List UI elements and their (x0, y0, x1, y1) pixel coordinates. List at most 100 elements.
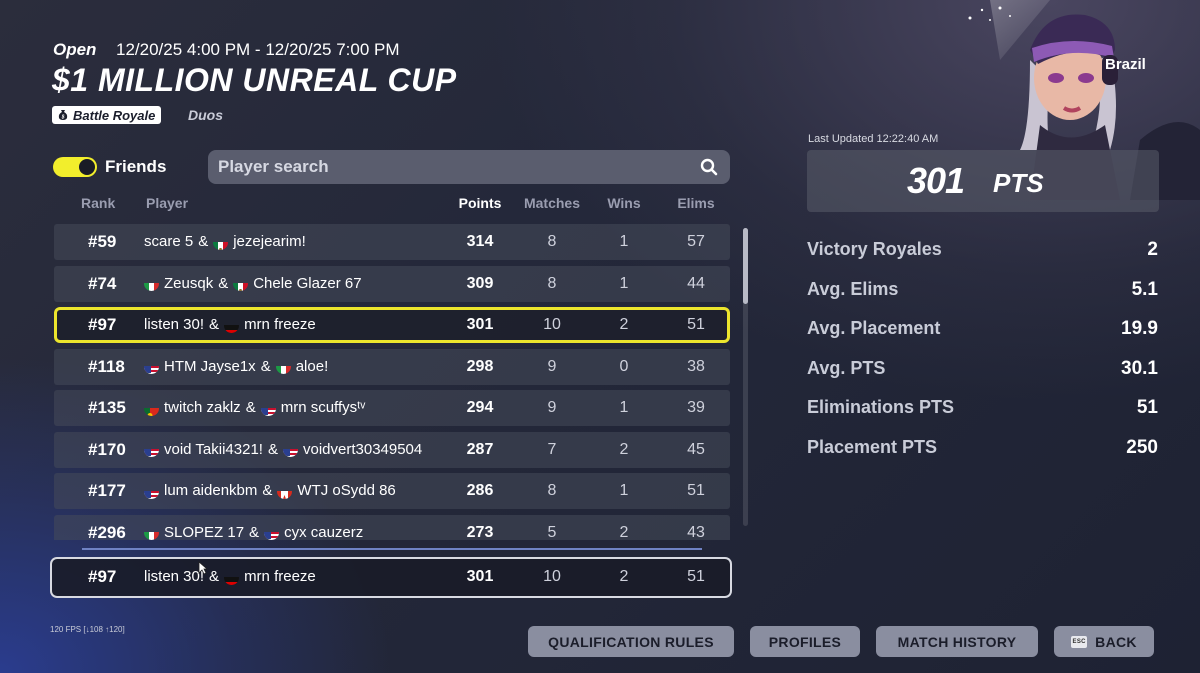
leaderboard-scrollbar[interactable] (743, 228, 748, 526)
table-row[interactable]: #59 scare 5 & jezejearim! 314 8 1 57 (54, 224, 730, 260)
ampersand: & (245, 399, 256, 416)
ampersand: & (198, 233, 209, 250)
rank-cell: #97 (88, 315, 117, 334)
match-history-button[interactable]: MATCH HISTORY (876, 626, 1038, 657)
rank-cell: #97 (88, 567, 117, 586)
list-divider (82, 548, 702, 550)
player-name[interactable]: Zeusqk (164, 266, 213, 302)
italy-flag-icon (275, 359, 291, 374)
usa-flag-icon (260, 401, 276, 416)
teammate-name[interactable]: mrn freeze (244, 559, 316, 595)
teammate-name[interactable]: Chele Glazer 67 (253, 266, 361, 302)
friends-label: Friends (105, 157, 167, 176)
elims-cell: 51 (687, 316, 705, 333)
germany-flag-icon (224, 570, 240, 585)
leaderboard-list[interactable]: #59 scare 5 & jezejearim! 314 8 1 57 #74 Zeusqk & C… (54, 224, 730, 540)
teammate-name[interactable]: mrn freeze (244, 307, 316, 343)
stat-value: 30.1 (1121, 357, 1158, 379)
total-points-value: 301 (907, 160, 965, 201)
ampersand: & (218, 274, 229, 292)
rank-cell: #118 (88, 356, 125, 376)
scroll-thumb[interactable] (743, 228, 748, 304)
esc-key-icon: ESC (1071, 635, 1088, 648)
teammate-name[interactable]: aloe! (296, 349, 329, 385)
back-button-label: BACK (1095, 633, 1137, 650)
usa-flag-icon (282, 442, 298, 457)
rank-cell: #74 (88, 273, 117, 293)
svg-text:$: $ (61, 115, 65, 121)
stat-label: Avg. Elims (807, 278, 899, 299)
player-cell: HTM Jayse1x & aloe! (144, 349, 328, 385)
elims-cell: 38 (687, 357, 705, 375)
player-name[interactable]: listen 30! (144, 559, 204, 595)
player-search-bar[interactable] (208, 150, 730, 184)
ampersand: & (267, 440, 278, 458)
rank-cell: #177 (88, 481, 126, 500)
elims-cell: 57 (687, 233, 705, 250)
player-name[interactable]: twitch zaklz (164, 390, 241, 426)
player-name[interactable]: scare 5 (144, 224, 193, 260)
ampersand: & (260, 357, 271, 375)
mexico-flag-icon (233, 276, 249, 291)
ampersand: & (249, 523, 260, 541)
teammate-name[interactable]: jezejearim! (233, 224, 306, 260)
ampersand: & (209, 568, 220, 585)
back-button[interactable]: ESC BACK (1054, 626, 1154, 657)
portugal-flag-icon (144, 401, 159, 416)
stat-label: Victory Royales (807, 239, 942, 259)
rank-cell: #170 (88, 439, 126, 459)
usa-flag-icon (144, 442, 159, 457)
stat-value: 5.1 (1131, 278, 1158, 300)
player-name[interactable]: listen 30! (144, 307, 204, 343)
player-search-input[interactable] (208, 156, 694, 178)
player-name[interactable]: HTM Jayse1x (164, 349, 256, 385)
teammate-name[interactable]: WTJ oSydd 86 (297, 473, 395, 509)
teammate-name[interactable]: voidvert30349504 (303, 432, 422, 468)
fps-counter: 120 FPS [↓108 ↑120] (50, 625, 125, 634)
player-name[interactable]: void Takii4321! (164, 432, 263, 468)
mouse-cursor (198, 561, 208, 575)
germany-flag-icon (224, 318, 240, 333)
player-cell: SLOPEZ 17 & cyx cauzerz (144, 515, 363, 541)
qualification-rules-button[interactable]: QUALIFICATION RULES (528, 626, 734, 657)
rank-cell: #296 (88, 522, 126, 541)
ampersand: & (262, 482, 273, 499)
event-status: Open (53, 40, 97, 59)
usa-flag-icon (264, 525, 280, 540)
usa-flag-icon (144, 484, 159, 499)
teammate-name[interactable]: mrn scuffysᵗᵛ (281, 390, 366, 426)
player-cell: Zeusqk & Chele Glazer 67 (144, 266, 362, 302)
search-icon[interactable] (694, 152, 724, 182)
table-row[interactable]: #296 SLOPEZ 17 & cyx cauzerz 273 5 2 43 (54, 514, 730, 541)
player-name[interactable]: SLOPEZ 17 (164, 515, 244, 541)
total-points-box: 301 PTS (807, 150, 1159, 212)
stat-label: Avg. Placement (807, 318, 941, 339)
elims-cell: 45 (687, 440, 705, 458)
player-cell: void Takii4321! & voidvert30349504 (144, 432, 422, 468)
elims-cell: 51 (687, 482, 705, 499)
player-cell: listen 30! & mrn freeze (144, 559, 316, 595)
player-cell: lum aidenkbm & WTJ oSydd 86 (144, 473, 396, 509)
total-points-unit: PTS (993, 168, 1044, 198)
stat-value: 250 (1126, 437, 1158, 458)
pinned-player-row[interactable]: #97 listen 30! & mrn freeze 301 10 2 51 (50, 557, 732, 598)
player-name[interactable]: lum aidenkbm (164, 473, 257, 509)
table-row[interactable]: #177 lum aidenkbm & WTJ oSydd 86 286 8 1 51 (54, 473, 730, 509)
italy-flag-icon (144, 276, 159, 291)
table-row[interactable]: #170 void Takii4321! & voidvert30349504 287 7… (54, 431, 730, 468)
last-updated: Last Updated 12:22:40 AM (808, 133, 939, 145)
profiles-button[interactable]: PROFILES (750, 626, 860, 657)
column-header-player: Player (146, 195, 189, 211)
country-label: Brazil (1105, 56, 1146, 73)
toggle-knob (79, 159, 95, 175)
stat-value: 19.9 (1121, 318, 1158, 340)
stat-label: Placement PTS (807, 437, 938, 457)
friends-toggle[interactable] (53, 157, 97, 177)
teammate-name[interactable]: cyx cauzerz (284, 515, 363, 541)
table-row[interactable]: #118 HTM Jayse1x & aloe! 298 9 0 38 (54, 348, 730, 385)
event-title: $1 MILLION UNREAL CUP (52, 62, 457, 98)
table-row[interactable]: #74 Zeusqk & Chele Glazer 67 309 8 1 44 (54, 265, 730, 302)
mode-label: Battle Royale (73, 107, 156, 123)
table-row[interactable]: #135 twitch zaklz & mrn scuffysᵗᵛ 294 9 1 39 (54, 390, 730, 426)
table-row-highlighted[interactable]: #97 listen 30! & mrn freeze 301 10 2 51 (54, 307, 730, 343)
